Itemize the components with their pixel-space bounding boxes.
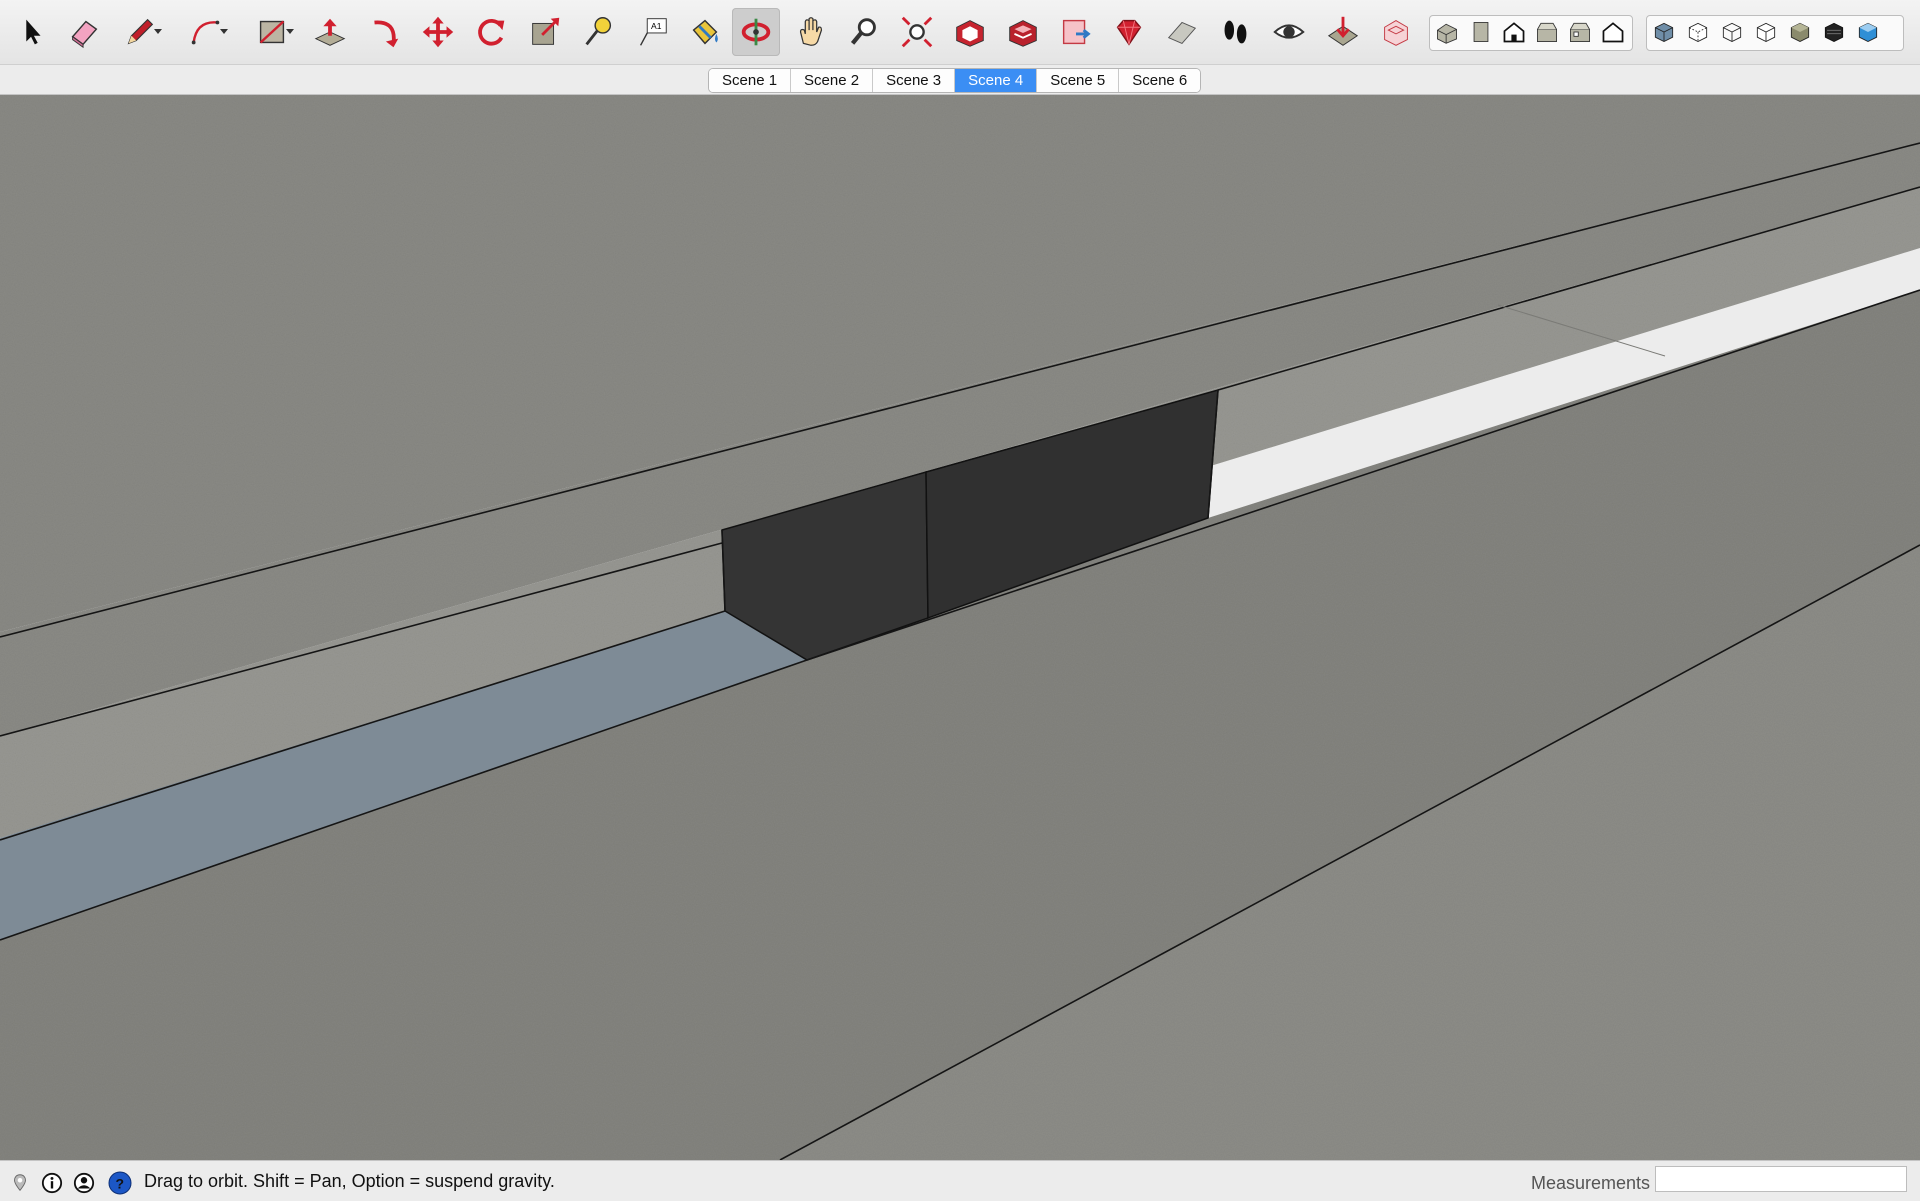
ruby-gem-icon [1116,19,1142,46]
text-tool[interactable]: A1 [628,8,676,56]
zoom-extents-tool[interactable] [893,8,941,56]
style-back-edges[interactable] [1683,17,1713,47]
paint-bucket-tool[interactable] [681,8,729,56]
chevron-down-icon[interactable] [286,29,294,34]
view-front[interactable] [1499,17,1529,47]
select-tool[interactable] [8,8,56,56]
3d-warehouse-tool[interactable] [946,8,994,56]
tape-measure-tool[interactable] [574,8,622,56]
tab-scene-4[interactable]: Scene 4 [955,69,1038,92]
textured-cube-icon [1824,22,1844,43]
extension-warehouse-tool[interactable] [999,8,1047,56]
position-camera-icon [1327,16,1359,46]
styles-tool[interactable] [1372,8,1420,56]
top-view-icon [1473,22,1489,42]
walk-tool[interactable] [1211,8,1259,56]
back-view-icon [1570,22,1590,42]
arrow-cursor-icon [26,19,41,45]
rotate-icon [478,18,505,46]
left-house-icon [1602,22,1624,43]
look-around-tool[interactable] [1265,8,1313,56]
tab-scene-3[interactable]: Scene 3 [873,69,956,92]
style-xray[interactable] [1649,17,1679,47]
warehouse-icon [956,20,984,47]
view-back[interactable] [1565,17,1595,47]
rectangle-tool[interactable] [248,8,296,56]
orbit-icon [741,18,771,46]
position-camera-tool[interactable] [1319,8,1367,56]
scale-icon [532,17,560,45]
style-shaded[interactable] [1785,17,1815,47]
orbit-tool[interactable] [732,8,780,56]
status-bar: ? Drag to orbit. Shift = Pan, Option = s… [0,1160,1920,1201]
svg-text:?: ? [116,1176,125,1192]
push-pull-tool[interactable] [306,8,354,56]
arc-tool[interactable] [182,8,230,56]
section-plane-tool[interactable] [1158,8,1206,56]
view-right[interactable] [1532,17,1562,47]
paint-bucket-icon [692,19,718,45]
info-icon[interactable] [40,1171,64,1195]
footprints-icon [1224,20,1247,44]
tab-scene-1[interactable]: Scene 1 [709,69,792,92]
shaded-cube-icon [1790,22,1810,43]
tab-scene-5[interactable]: Scene 5 [1037,69,1120,92]
follow-me-tool[interactable] [360,8,408,56]
xray-cube-icon [1654,22,1674,43]
measurements-input[interactable] [1655,1166,1907,1192]
style-monochrome[interactable] [1853,17,1883,47]
main-toolbar: A1 [0,0,1920,65]
svg-text:A1: A1 [651,21,662,31]
pan-tool[interactable] [787,8,835,56]
geolocation-icon[interactable] [8,1171,32,1195]
push-pull-icon [314,18,346,46]
style-shaded-textures[interactable] [1819,17,1849,47]
send-to-layout-tool[interactable] [1052,8,1100,56]
styles-icon [1384,20,1408,46]
model-viewport[interactable] [0,95,1920,1160]
view-iso[interactable] [1432,17,1462,47]
scale-tool[interactable] [521,8,569,56]
line-tool[interactable] [116,8,164,56]
tape-measure-icon [585,17,612,46]
iso-house-icon [1437,23,1457,44]
layout-icon [1062,19,1091,45]
eye-icon [1273,24,1305,39]
hidden-line-cube-icon [1756,22,1776,43]
follow-me-icon [374,20,399,48]
zoom-tool[interactable] [840,8,888,56]
eraser-icon [71,20,98,49]
scene-tabs: Scene 1 Scene 2 Scene 3 Scene 4 Scene 5 … [708,68,1202,93]
status-message: Drag to orbit. Shift = Pan, Option = sus… [144,1171,555,1191]
zoom-extents-icon [901,16,933,48]
extension-warehouse-icon [1009,20,1037,47]
move-tool[interactable] [414,8,462,56]
back-edges-cube-icon [1688,22,1708,43]
help-icon[interactable]: ? [108,1171,132,1195]
wireframe-cube-icon [1722,22,1742,43]
eraser-tool[interactable] [60,8,108,56]
user-account-icon[interactable] [72,1171,96,1195]
tab-scene-6[interactable]: Scene 6 [1119,69,1201,92]
section-plane-icon [1167,21,1197,44]
tab-scene-2[interactable]: Scene 2 [791,69,874,92]
text-label-icon: A1 [639,18,667,46]
style-hidden-line[interactable] [1751,17,1781,47]
rotate-tool[interactable] [467,8,515,56]
chevron-down-icon[interactable] [154,29,162,34]
monochrome-cube-icon [1858,22,1878,43]
hand-icon [799,17,823,46]
scene-tabs-bar: Scene 1 Scene 2 Scene 3 Scene 4 Scene 5 … [0,65,1920,95]
move-arrows-icon [422,16,454,48]
magnifier-icon [850,18,876,45]
chevron-down-icon[interactable] [220,29,228,34]
view-left[interactable] [1598,17,1628,47]
view-top[interactable] [1466,17,1496,47]
extension-manager-tool[interactable] [1105,8,1153,56]
measurements-label: Measurements [1531,1173,1651,1193]
right-view-icon [1537,22,1557,42]
front-house-icon [1503,22,1525,43]
style-wireframe[interactable] [1717,17,1747,47]
